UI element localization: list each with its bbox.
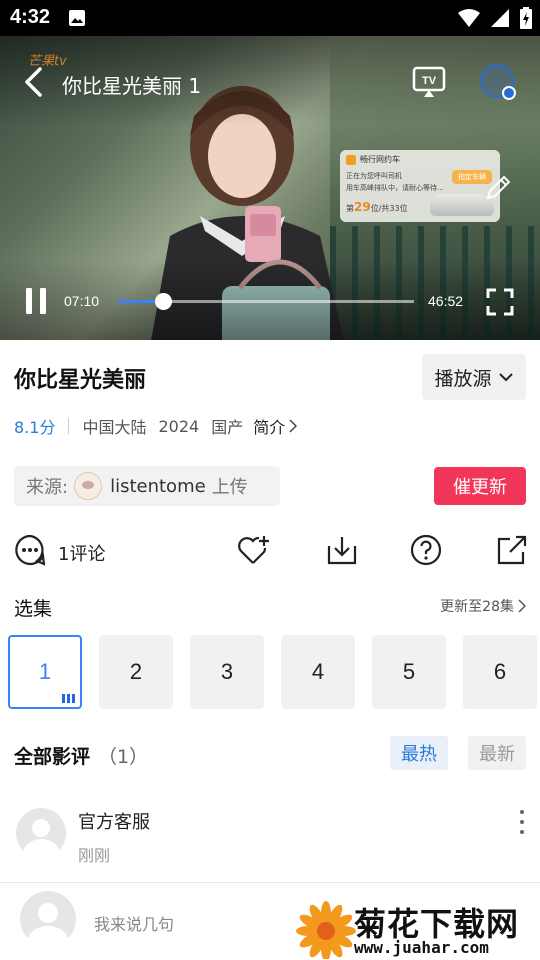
- episode-number: 3: [220, 659, 234, 684]
- my-avatar: [20, 891, 76, 947]
- commenter-name: 官方客服: [78, 812, 150, 833]
- download-icon[interactable]: [326, 534, 358, 570]
- episode-number: 2: [129, 659, 143, 684]
- video-player[interactable]: 芒果tv 你比星光美丽 1 TV 畅行网约车 正在为您呼叫司机 用车高峰排队中，…: [0, 36, 540, 340]
- svg-text:TV: TV: [422, 75, 437, 87]
- episode-list: 1 2 3 4 5 6: [8, 635, 537, 709]
- uploader-label: 来源:: [26, 477, 69, 498]
- fullscreen-button[interactable]: [486, 288, 514, 320]
- user-avatar-button[interactable]: [480, 64, 516, 100]
- source-button[interactable]: 播放源: [422, 354, 526, 400]
- ad-rank-prefix: 第: [346, 204, 354, 213]
- show-category: 国产: [211, 418, 244, 437]
- reviews-title-label: 全部影评: [14, 746, 91, 768]
- show-year: 2024: [158, 416, 200, 436]
- uploader-avatar: [74, 472, 103, 500]
- meta-divider: [68, 418, 70, 434]
- battery-icon: [520, 7, 532, 33]
- comment-input-bar: 我来说几句 菊花下载网 www.juahar.com: [0, 882, 540, 960]
- show-meta: 8.1分 中国大陆 2024 国产 简介: [14, 414, 298, 438]
- total-time: 46:52: [428, 293, 464, 309]
- ad-rank-suffix: 位/共33位: [370, 204, 408, 213]
- episode-button[interactable]: 4: [281, 635, 355, 709]
- urge-update-button[interactable]: 催更新: [434, 467, 526, 505]
- episode-button[interactable]: 2: [99, 635, 173, 709]
- episode-button[interactable]: 1: [8, 635, 82, 709]
- show-region: 中国大陆: [82, 418, 147, 437]
- more-vertical-icon[interactable]: [514, 810, 530, 834]
- signal-icon: [490, 8, 510, 32]
- ad-line2: 用车高峰排队中，请耐心等待...: [346, 184, 444, 192]
- episodes-title: 选集: [14, 598, 53, 620]
- wifi-icon: [458, 8, 480, 32]
- episode-number: 4: [311, 659, 325, 684]
- comment-time: 刚刚: [78, 846, 111, 865]
- share-icon[interactable]: [496, 534, 528, 570]
- reviews-count: （1）: [98, 746, 149, 768]
- show-score: 8.1分: [14, 418, 56, 437]
- seek-bar[interactable]: [118, 293, 414, 310]
- pause-button[interactable]: [26, 288, 54, 318]
- episode-button[interactable]: 6: [463, 635, 537, 709]
- uploader-tag[interactable]: 来源: listentome 上传: [14, 466, 280, 506]
- cast-tv-button[interactable]: TV: [412, 66, 446, 102]
- favorite-add-icon[interactable]: [237, 534, 271, 570]
- flower-logo-icon: [296, 901, 356, 959]
- intro-label: 简介: [253, 418, 286, 437]
- episode-number: 1: [38, 659, 52, 684]
- episodes-more-label: 更新至28集: [440, 599, 514, 615]
- ad-rank: 第29位/共33位: [346, 200, 408, 214]
- now-playing-icon: [62, 694, 75, 703]
- ad-logo-icon: [346, 154, 356, 165]
- episode-number: 5: [402, 659, 416, 684]
- uploader-name: listentome: [110, 475, 206, 497]
- image-notification-icon: [68, 9, 86, 31]
- episode-button[interactable]: 5: [372, 635, 446, 709]
- help-icon[interactable]: [410, 534, 442, 570]
- current-time: 07:10: [64, 293, 100, 309]
- source-button-label: 播放源: [434, 367, 492, 390]
- ad-rank-num: 29: [354, 200, 371, 214]
- reviews-title: 全部影评 （1）: [14, 742, 148, 769]
- tab-newest[interactable]: 最新: [468, 736, 526, 770]
- player-title: 你比星光美丽 1: [62, 74, 202, 98]
- show-title: 你比星光美丽: [14, 368, 147, 393]
- episodes-more-link[interactable]: 更新至28集: [440, 596, 526, 616]
- site-watermark-url: www.juahar.com: [354, 938, 489, 957]
- chevron-down-icon: [498, 366, 514, 388]
- episode-button[interactable]: 3: [190, 635, 264, 709]
- comment-icon[interactable]: [14, 534, 46, 570]
- verified-badge-icon: [502, 86, 516, 100]
- episode-number: 6: [493, 659, 507, 684]
- app-root: 4:32 芒果tv 你比星光美丽 1 TV 畅行网约车 正在为您呼叫司机 用车高…: [0, 0, 540, 960]
- comment-input[interactable]: 我来说几句: [94, 911, 174, 935]
- tab-hottest[interactable]: 最热: [390, 736, 448, 770]
- comment-count[interactable]: 1评论: [58, 540, 105, 566]
- chevron-right-icon: [518, 599, 526, 613]
- edit-pencil-icon[interactable]: [484, 174, 512, 206]
- commenter-avatar[interactable]: [16, 808, 66, 858]
- ad-overlay[interactable]: 畅行网约车 正在为您呼叫司机 用车高峰排队中，请耐心等待... 指定车辆 第29…: [340, 150, 500, 222]
- seek-bar-handle[interactable]: [154, 293, 172, 310]
- status-time: 4:32: [10, 6, 51, 28]
- uploader-action: 上传: [211, 477, 248, 498]
- intro-link[interactable]: 简介: [253, 414, 298, 438]
- chevron-right-icon: [289, 419, 298, 433]
- ad-brand: 畅行网约车: [360, 155, 400, 164]
- status-bar: 4:32: [0, 0, 540, 36]
- back-button[interactable]: [22, 66, 46, 102]
